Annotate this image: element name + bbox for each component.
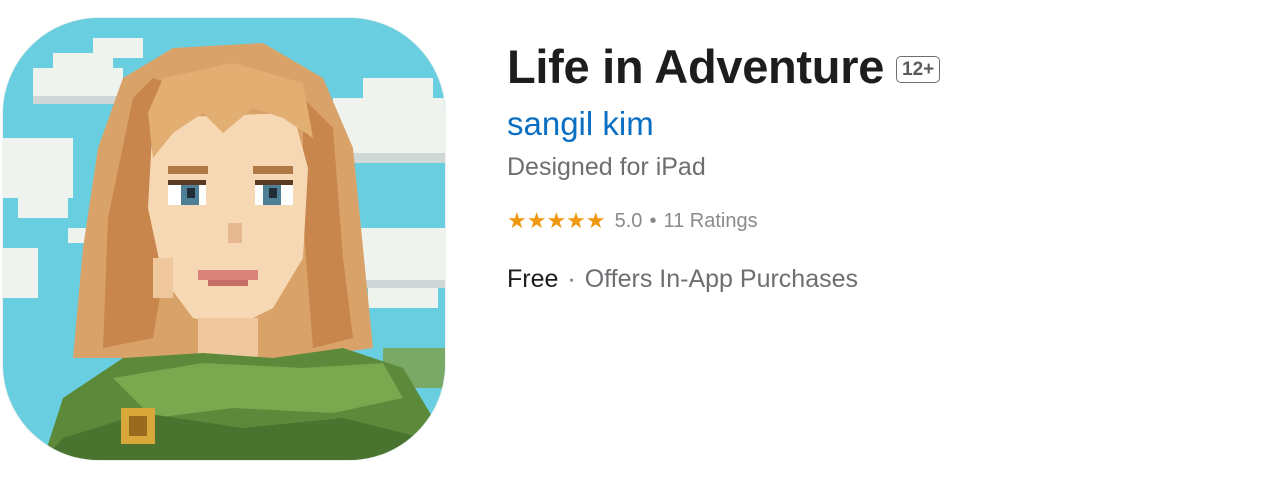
age-rating-badge: 12+	[896, 55, 941, 83]
pixel-art-girl-portrait-icon	[3, 18, 445, 460]
developer-link[interactable]: sangil kim	[507, 104, 1247, 144]
rating-separator: •	[649, 209, 657, 232]
rating-value: 5.0	[614, 209, 643, 232]
app-title: Life in Adventure	[507, 40, 885, 93]
in-app-purchases-label: Offers In-App Purchases	[584, 265, 859, 293]
rating-summary[interactable]: ★★★★★ 5.0 • 11 Ratings	[507, 206, 1247, 236]
app-store-header: Life in Adventure 12+ sangil kim Designe…	[0, 0, 1280, 477]
rating-count: 11 Ratings	[663, 209, 758, 232]
app-info: Life in Adventure 12+ sangil kim Designe…	[507, 36, 1247, 296]
app-subtitle: Designed for iPad	[507, 153, 706, 181]
title-row: Life in Adventure 12+	[507, 36, 1247, 98]
price-label: Free	[507, 265, 559, 293]
price-row: Free · Offers In-App Purchases	[507, 262, 1247, 296]
app-icon[interactable]	[3, 18, 445, 460]
star-rating-icon: ★★★★★	[507, 208, 606, 234]
price-separator: ·	[567, 265, 576, 293]
